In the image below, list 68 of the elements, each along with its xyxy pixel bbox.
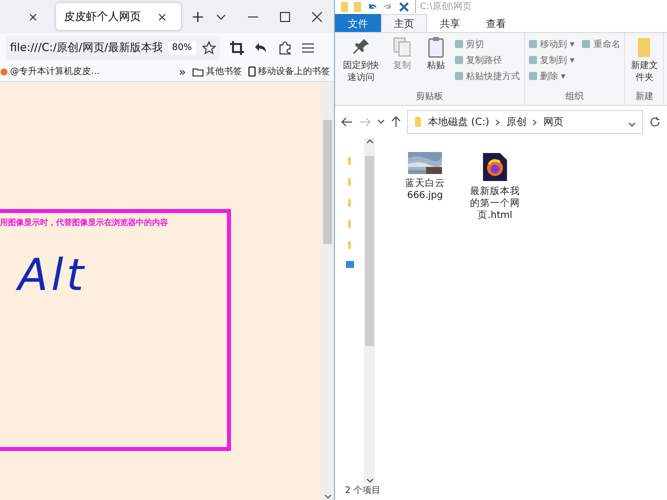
file-item[interactable]: 最新版本我的第一个网页.html (467, 152, 523, 222)
maximize-icon[interactable] (280, 12, 290, 22)
browser-tab[interactable]: 皮皮虾个人网页 × (56, 3, 182, 30)
copy-icon (391, 36, 413, 58)
ribbon-small-button[interactable]: 删除 ▾ (529, 70, 574, 82)
breadcrumb-item[interactable]: 本地磁盘 (C:) (428, 115, 490, 129)
ribbon-small-button[interactable]: 重命名 (582, 38, 620, 50)
puzzle-icon[interactable] (278, 40, 292, 54)
redo-icon[interactable] (383, 2, 393, 12)
ribbon-button[interactable]: 固定到快速访问 (339, 36, 383, 90)
chevron-down-icon[interactable] (324, 494, 332, 500)
bookmark[interactable]: 其他书签 (192, 65, 242, 78)
scrollbar-thumb[interactable] (323, 120, 332, 244)
more-bookmarks-button[interactable]: » (178, 64, 186, 78)
folder-icon (347, 156, 352, 166)
zoom-badge[interactable]: 80% (168, 40, 196, 54)
folder-icon (347, 177, 352, 187)
mobile-icon (248, 66, 256, 77)
new-tab-button[interactable]: + (185, 7, 211, 26)
alt-text: 用图像显示时，代替图像显示在浏览器中的内容 (0, 217, 169, 228)
ribbon-button[interactable]: 新建文件夹 (629, 36, 660, 90)
folder-icon (347, 219, 352, 229)
file-item[interactable]: 蓝天白云666.jpg (397, 152, 453, 202)
folder-icon (414, 116, 422, 128)
bookmark[interactable]: 移动设备上的书签 (248, 65, 330, 78)
ribbon-tab[interactable]: 文件 (335, 14, 381, 32)
chevron-down-icon[interactable] (214, 12, 227, 22)
ribbon-button[interactable]: 粘贴 (421, 36, 451, 90)
chevron-down-icon[interactable] (366, 478, 374, 484)
group-label: 组织 (564, 90, 585, 104)
chevron-up-icon[interactable] (366, 138, 374, 144)
address-bar[interactable]: 本地磁盘 (C:) 原创 网页 (407, 110, 643, 134)
status-text: 2 个项目 (344, 484, 382, 498)
ribbon-small-button[interactable]: 剪切 (455, 38, 520, 50)
ribbon-small-button[interactable]: 粘贴快捷方式 (455, 70, 520, 82)
menu-icon[interactable] (302, 42, 314, 52)
folder-icon (347, 240, 352, 250)
folder-icon (192, 66, 204, 76)
chevron-down-icon[interactable] (628, 122, 636, 128)
up-arrow-icon[interactable] (391, 116, 401, 128)
group-label: 新建 (634, 90, 654, 104)
star-icon[interactable] (202, 40, 216, 54)
ribbon-small-button[interactable]: 复制到 ▾ (529, 54, 574, 66)
refresh-icon[interactable] (649, 116, 661, 128)
browser-tab[interactable]: × (14, 3, 52, 30)
back-arrow-icon[interactable] (254, 40, 268, 54)
chevron-right-icon (495, 118, 500, 126)
chevron-right-icon (532, 118, 538, 126)
browser-file-icon (482, 152, 508, 182)
site-icon (0, 68, 8, 76)
breadcrumb-item[interactable]: 网页 (543, 115, 564, 129)
undo-icon[interactable] (367, 2, 377, 12)
group-label: 剪贴板 (415, 90, 444, 104)
back-arrow-icon[interactable] (341, 117, 353, 127)
delete-icon[interactable] (399, 2, 409, 12)
ribbon-small-button[interactable]: 移动到 ▾ (529, 38, 574, 50)
close-icon[interactable] (312, 12, 322, 22)
bookmark[interactable]: @专升本计算机皮皮... (0, 65, 100, 78)
breadcrumb-item[interactable]: 原创 (506, 115, 526, 129)
ribbon-small-button[interactable]: 复制路径 (455, 54, 520, 66)
crop-icon[interactable] (230, 40, 244, 54)
chevron-down-icon[interactable] (377, 119, 385, 125)
ribbon-tab[interactable]: 主页 (381, 14, 427, 32)
handwritten-note: Alt (18, 250, 87, 301)
close-tab-button[interactable]: × (151, 10, 174, 24)
scrollbar-thumb[interactable] (365, 156, 374, 346)
folder-icon (347, 198, 352, 208)
close-tab-button[interactable]: × (22, 10, 44, 24)
